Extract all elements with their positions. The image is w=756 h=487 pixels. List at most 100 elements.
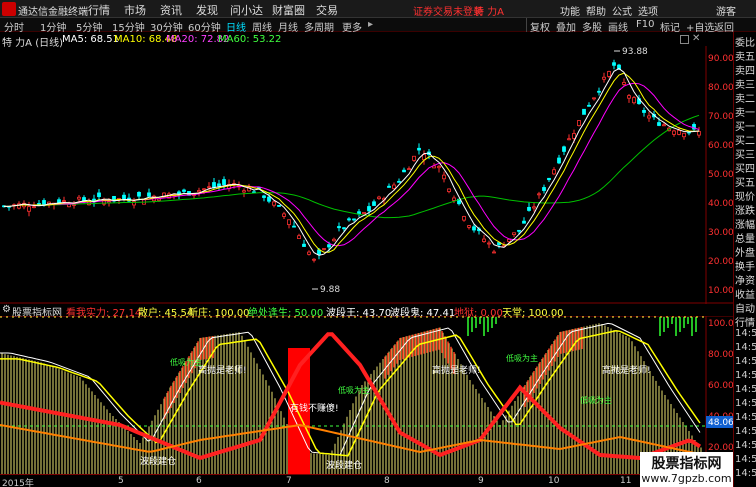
- sidebar-item[interactable]: 14:5: [734, 468, 756, 481]
- tab-period-more[interactable]: 更多: [342, 19, 362, 34]
- candle-body: [682, 132, 686, 138]
- tab-period-intraday[interactable]: 分时: [4, 19, 24, 34]
- sidebar-item: 卖四: [735, 66, 755, 75]
- candle-body: [627, 95, 631, 99]
- annotation-wave-2: 波段建仓: [326, 459, 362, 471]
- price-tick-label: 30.00: [708, 228, 733, 238]
- candle-body: [372, 201, 376, 206]
- menu-market[interactable]: 市场: [124, 2, 146, 18]
- window-close-icon[interactable]: ✕: [692, 33, 700, 44]
- sidebar-item[interactable]: 14:50: [734, 426, 756, 439]
- candle-body: [647, 115, 651, 119]
- indicator-current-value: 48.06: [708, 418, 733, 428]
- candle-body: [622, 82, 626, 85]
- tab-period-multi[interactable]: 多周期: [304, 19, 334, 34]
- tool-back-button[interactable]: 返回: [714, 19, 734, 34]
- tab-period-weekly[interactable]: 周线: [252, 19, 272, 34]
- tool-adjust-button[interactable]: 复权: [530, 19, 550, 34]
- login-warning[interactable]: 证券交易未登录: [413, 3, 483, 18]
- menu-function[interactable]: 功能: [560, 3, 580, 18]
- sidebar-item[interactable]: 行情: [734, 314, 756, 327]
- candle-body: [492, 251, 496, 254]
- candle-body: [582, 108, 586, 115]
- annotation-wave-1: 波段建仓: [140, 455, 176, 467]
- menu-formula[interactable]: 公式: [612, 3, 632, 18]
- menu-quotes[interactable]: 行情: [88, 2, 110, 18]
- candle-body: [387, 185, 391, 188]
- tool-draw-line-button[interactable]: 画线: [608, 19, 628, 34]
- candle-body: [332, 238, 336, 242]
- sidebar-item[interactable]: 14:50: [734, 356, 756, 369]
- candle-body: [147, 192, 151, 197]
- candle-body: [77, 196, 81, 200]
- app-logo-icon: [2, 2, 16, 16]
- quote-sidebar: 委比 卖五 卖四 卖三 卖二 卖一 买一 买二 买三 买四 买五 现价 涨跌 涨幅 总量 外盘 换手 净资 收益 自动…: [733, 32, 756, 487]
- menu-options[interactable]: 选项: [638, 3, 658, 18]
- sidebar-item: 外盘: [735, 248, 755, 257]
- user-label[interactable]: 游客: [716, 3, 736, 18]
- candle-body: [222, 179, 226, 185]
- tab-period-daily[interactable]: 日线: [226, 19, 246, 34]
- candle-body: [512, 232, 516, 236]
- tab-period-5min[interactable]: 5分钟: [76, 19, 102, 34]
- candle-body: [452, 197, 456, 201]
- candle-body: [342, 227, 346, 230]
- menu-discover[interactable]: 发现: [196, 2, 218, 18]
- candle-body: [27, 206, 31, 212]
- candle-body: [367, 206, 371, 212]
- menu-trade[interactable]: 交易: [316, 2, 338, 18]
- window-restore-icon[interactable]: [680, 35, 689, 44]
- tab-period-15min[interactable]: 15分钟: [112, 19, 145, 34]
- menu-ask[interactable]: 问小达: [230, 2, 263, 18]
- candle-body: [292, 225, 296, 228]
- sidebar-item[interactable]: 自动: [734, 300, 756, 313]
- sidebar-item: 收益: [735, 290, 755, 299]
- watermark-title: 股票指标网: [651, 456, 722, 472]
- candle-body: [607, 71, 611, 77]
- sidebar-item[interactable]: 14:50: [734, 454, 756, 467]
- annotation-teacher-2: 高抛是老师!: [432, 364, 481, 376]
- sidebar-item[interactable]: 14:50: [734, 384, 756, 397]
- more-chevron-icon[interactable]: ▸: [368, 19, 373, 30]
- tab-period-1min[interactable]: 1分钟: [40, 19, 66, 34]
- sidebar-item: 涨跌: [735, 206, 755, 215]
- tool-multi-stock-button[interactable]: 多股: [582, 19, 602, 34]
- candle-body: [312, 258, 316, 261]
- menu-wealth[interactable]: 财富圈: [272, 2, 305, 18]
- tab-period-60min[interactable]: 60分钟: [188, 19, 221, 34]
- candlestick-chart[interactable]: 90.00 80.00 70.00 60.00 50.00 40.00 30.00 20.00…: [0, 46, 733, 304]
- candle-body: [542, 187, 546, 191]
- tool-add-favorite-button[interactable]: +自选: [686, 19, 714, 34]
- candle-body: [442, 174, 446, 180]
- sidebar-item[interactable]: 14:50: [734, 398, 756, 411]
- sidebar-item[interactable]: 14:50: [734, 412, 756, 425]
- legend-ma60: MA60: 53.22: [218, 34, 282, 45]
- candle-body: [182, 189, 186, 192]
- indicator-gear-icon[interactable]: ⚙: [2, 304, 11, 315]
- indicator-chart[interactable]: 100.0080.0060.0040.0020.00 高抛是老师! 高抛是老师!…: [0, 316, 733, 474]
- tool-overlay-button[interactable]: 叠加: [556, 19, 576, 34]
- annotation-low-absorb-2: 低吸为主: [338, 385, 370, 395]
- sidebar-item[interactable]: 14:50: [734, 370, 756, 383]
- ma5-line: [4, 68, 700, 256]
- date-label-aug: 8: [384, 476, 390, 486]
- candle-body: [327, 244, 331, 248]
- sidebar-item[interactable]: 14:50: [734, 440, 756, 453]
- tool-f10-button[interactable]: F10: [636, 19, 654, 30]
- candle-body: [662, 124, 666, 127]
- menu-help[interactable]: 帮助: [586, 3, 606, 18]
- tab-period-monthly[interactable]: 月线: [278, 19, 298, 34]
- tool-mark-button[interactable]: 标记: [660, 19, 680, 34]
- legend-ma5: MA5: 68.51: [62, 34, 120, 45]
- sidebar-item[interactable]: 14:50: [734, 342, 756, 355]
- date-label-oct: 10: [548, 476, 560, 486]
- sidebar-item[interactable]: 14:50: [734, 328, 756, 341]
- sidebar-item: 换手: [735, 262, 755, 271]
- candle-body: [572, 133, 576, 139]
- candle-body: [467, 225, 471, 228]
- price-tick-label: 20.00: [708, 257, 733, 267]
- candle-body: [202, 188, 206, 191]
- menu-news[interactable]: 资讯: [160, 2, 182, 18]
- tab-period-30min[interactable]: 30分钟: [150, 19, 183, 34]
- price-tick-label: 10.00: [708, 286, 733, 296]
